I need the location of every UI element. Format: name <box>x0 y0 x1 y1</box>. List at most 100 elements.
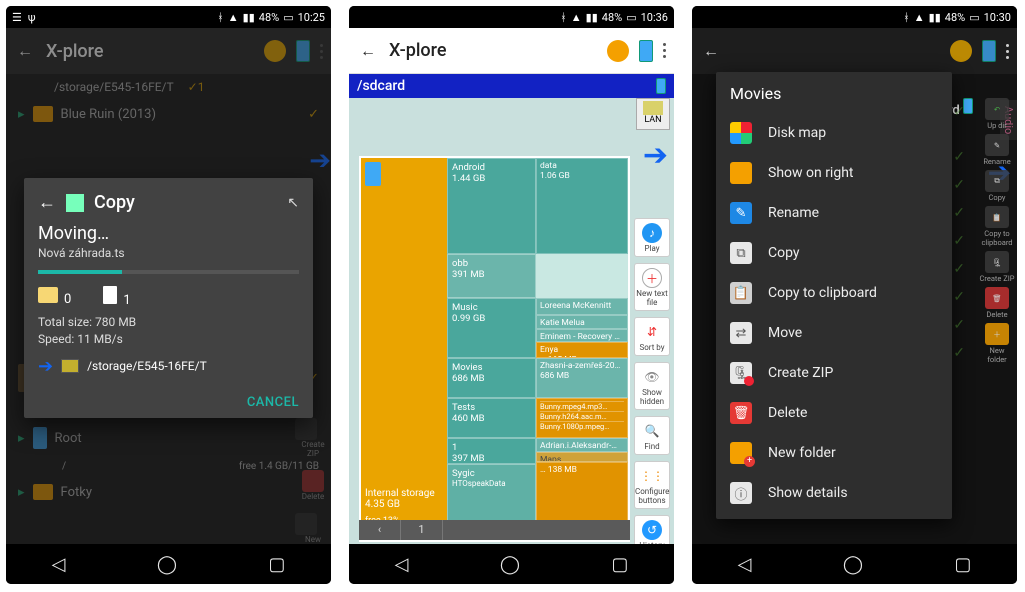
menu-create-zip[interactable]: 🗜Create ZIP <box>716 353 952 393</box>
map-maps[interactable]: Maps <box>536 452 628 462</box>
menu-copy[interactable]: ⧉Copy <box>716 233 952 273</box>
rail-delete[interactable]: 🗑Delete <box>979 287 1015 319</box>
map-eminem[interactable]: Eminem - Recovery … <box>536 329 628 342</box>
pie-icon <box>730 122 752 144</box>
bookmark-icon[interactable] <box>264 40 286 62</box>
disk-map[interactable]: Internal storage 4.35 GB free 13% 1.4 GB… <box>359 156 630 542</box>
rail-createzip[interactable]: Create ZIP <box>295 418 331 458</box>
folder-row-blue-ruin[interactable]: ▸ Blue Ruin (2013) ✓ <box>6 100 331 128</box>
home-button[interactable]: ◯ <box>843 554 863 575</box>
map-katie[interactable]: Katie Melua <box>536 315 628 329</box>
overflow-icon[interactable] <box>320 44 323 59</box>
map-loreena[interactable]: Loreena McKennitt <box>536 298 628 315</box>
recent-button[interactable]: ▢ <box>954 554 971 575</box>
pane-icon[interactable] <box>296 40 310 62</box>
bluetooth-icon: ᚼ <box>217 11 224 24</box>
map-internal-storage[interactable]: Internal storage 4.35 GB free 13% 1.4 GB… <box>361 158 447 540</box>
menu-show-details[interactable]: ⓘShow details <box>716 473 952 513</box>
pane-arrow-icon[interactable]: ➔ <box>309 146 331 176</box>
bookmark-icon[interactable] <box>607 40 629 62</box>
map-adrian[interactable]: Adrian.i.Aleksandr-… <box>536 438 628 452</box>
footer-page-left[interactable]: ‹ <box>359 520 401 540</box>
rail-history[interactable]: ↺History <box>634 515 670 544</box>
clock: 10:30 <box>984 11 1011 24</box>
folder-row-fotky[interactable]: ▸ Fotky <box>6 478 331 506</box>
copy-dialog: ← Copy ↖ Moving… Nová záhrada.ts 0 1 Tot… <box>24 178 313 418</box>
lan-button[interactable]: LAN <box>636 98 670 130</box>
rail-newfolder[interactable]: New folder <box>295 513 331 544</box>
back-icon[interactable]: ← <box>14 40 36 62</box>
folder-icon <box>730 162 752 184</box>
overflow-icon[interactable] <box>663 43 666 58</box>
dialog-title: Copy <box>94 192 277 213</box>
home-button[interactable]: ◯ <box>157 554 177 575</box>
pane-icon[interactable] <box>639 40 653 62</box>
phone-icon <box>33 427 47 449</box>
map-android[interactable]: Android1.44 GB <box>447 158 536 254</box>
rail-sort[interactable]: ⇵Sort by <box>634 317 670 356</box>
battery-icon: ▭ <box>969 11 979 24</box>
battery-icon: ▭ <box>626 11 636 24</box>
dialog-back-icon[interactable]: ← <box>38 192 56 213</box>
menu-rename[interactable]: ✎Rename <box>716 193 952 233</box>
battery-percent: 48% <box>602 11 622 24</box>
clock: 10:25 <box>298 11 325 24</box>
map-zhasni[interactable]: Zhasni-a-zemřeš-20…686 MB <box>536 358 628 398</box>
rail-config[interactable]: ⋮⋮Configure buttons <box>634 461 670 509</box>
map-data[interactable]: data1.06 GB <box>536 158 628 254</box>
rail-copy[interactable]: ⧉Copy <box>979 170 1015 202</box>
back-icon[interactable]: ← <box>357 40 379 62</box>
check-icon[interactable]: ✓ <box>308 107 319 122</box>
back-button[interactable]: ◁ <box>738 554 752 575</box>
overflow-icon[interactable] <box>1006 44 1009 59</box>
recent-button[interactable]: ▢ <box>268 554 285 575</box>
rail-find[interactable]: 🔍Find <box>634 416 670 455</box>
home-button[interactable]: ◯ <box>500 554 520 575</box>
back-icon[interactable]: ← <box>700 40 722 62</box>
expand-icon[interactable]: ↖ <box>287 195 299 211</box>
map-music[interactable]: Music0.99 GB <box>447 298 536 358</box>
action-rail: ↶Up dir ✎Rename ⧉Copy 📋Copy to clipboard… <box>977 98 1017 364</box>
battery-percent: 48% <box>945 11 965 24</box>
pane-arrow-icon[interactable]: ➔ <box>643 138 668 173</box>
pane-icon[interactable] <box>982 40 996 62</box>
screenshot-disk-map: ᚼ ▲ ▮▮ 48% ▭ 10:36 ← X-plore /sdcard LAN… <box>349 6 674 584</box>
menu-delete[interactable]: 🗑Delete <box>716 393 952 433</box>
rail-updir[interactable]: ↶Up dir <box>979 98 1015 130</box>
map-enya[interactable]: Enya… 165 MB <box>536 342 628 358</box>
status-bar: ᚼ ▲ ▮▮ 48% ▭ 10:30 <box>692 6 1017 28</box>
cancel-button[interactable]: CANCEL <box>247 395 299 410</box>
map-one[interactable]: 1397 MB <box>447 438 536 464</box>
rail-copyclip[interactable]: 📋Copy to clipboard <box>979 206 1015 247</box>
count-row: 0 1 <box>38 286 299 308</box>
menu-copy-clipboard[interactable]: 📋Copy to clipboard <box>716 273 952 313</box>
footer-page-1[interactable]: 1 <box>401 520 443 540</box>
rail-newfolder[interactable]: ＋New folder <box>979 323 1015 364</box>
back-button[interactable]: ◁ <box>52 554 66 575</box>
map-footer: ‹ 1 <box>359 520 630 540</box>
breadcrumb[interactable]: /sdcard <box>349 74 674 98</box>
map-movies[interactable]: Movies686 MB <box>447 358 536 398</box>
menu-disk-map[interactable]: Disk map <box>716 113 952 153</box>
root-row[interactable]: ▸ Root <box>6 421 331 455</box>
copy-icon: ⧉ <box>730 242 752 264</box>
rail-hidden[interactable]: 👁Show hidden <box>634 362 670 410</box>
status-bar: ☰ψ ᚼ ▲ ▮▮ 48% ▭ 10:25 <box>6 6 331 28</box>
bluetooth-icon: ᚼ <box>903 11 910 24</box>
rail-newtext[interactable]: ＋New text file <box>634 263 670 311</box>
menu-show-right[interactable]: Show on right <box>716 153 952 193</box>
rail-createzip[interactable]: 🗜Create ZIP <box>979 251 1015 283</box>
map-obb[interactable]: obb391 MB <box>447 254 536 298</box>
map-bunny[interactable]: Bunny.mpeg4.mp3…Bunny.h264.aac.m…Bunny.1… <box>536 398 628 438</box>
screenshot-copy-dialog: ☰ψ ᚼ ▲ ▮▮ 48% ▭ 10:25 ← X-plore /storage… <box>6 6 331 584</box>
recent-button[interactable]: ▢ <box>611 554 628 575</box>
menu-move[interactable]: ⇄Move <box>716 313 952 353</box>
map-tests[interactable]: Tests460 MB <box>447 398 536 438</box>
rail-rename[interactable]: ✎Rename <box>979 134 1015 166</box>
back-button[interactable]: ◁ <box>395 554 409 575</box>
rail-delete[interactable]: Delete <box>302 470 325 501</box>
bookmark-icon[interactable] <box>950 40 972 62</box>
rail-play[interactable]: ♪Play <box>634 218 670 257</box>
path-row[interactable]: /storage/E545-16FE/T ✓1 <box>6 74 331 100</box>
menu-new-folder[interactable]: New folder <box>716 433 952 473</box>
